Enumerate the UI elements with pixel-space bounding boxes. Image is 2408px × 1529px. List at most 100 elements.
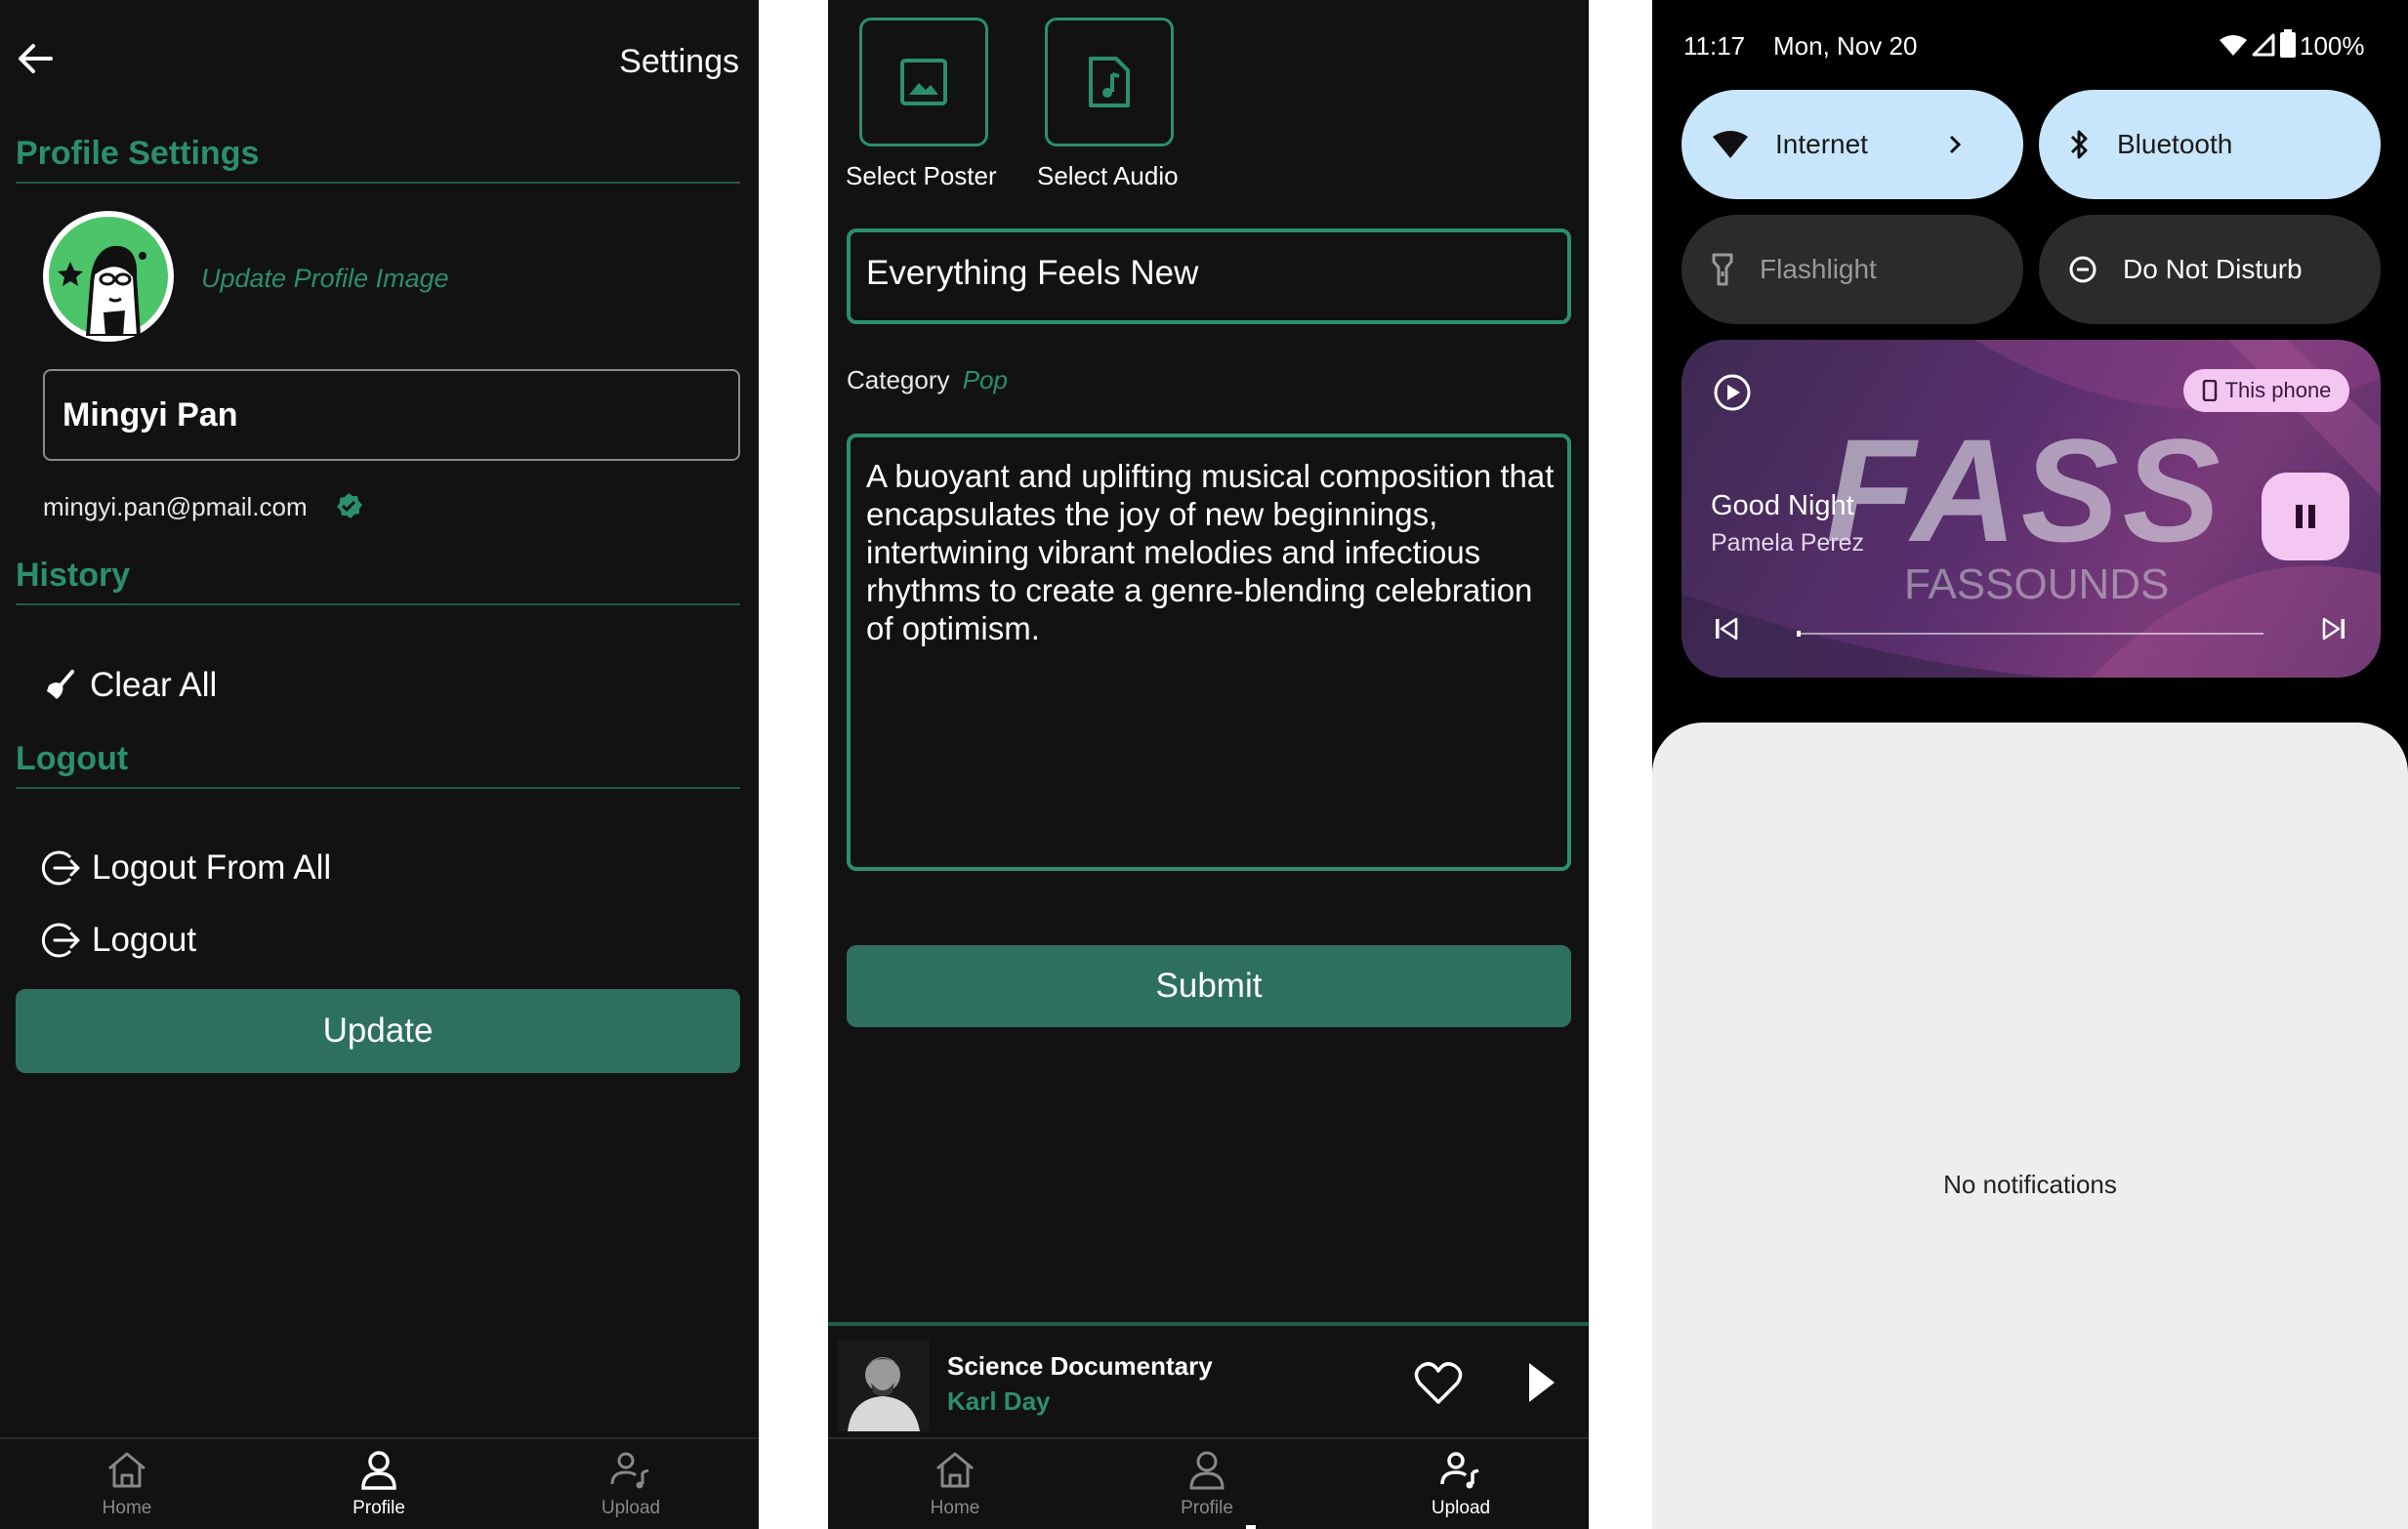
home-icon xyxy=(936,1452,974,1488)
media-title: Good Night xyxy=(1711,490,1854,521)
flashlight-tile[interactable]: Flashlight xyxy=(1681,215,2023,324)
flashlight-icon xyxy=(1712,253,1733,286)
home-icon xyxy=(108,1452,145,1488)
nav-upload-label: Upload xyxy=(601,1498,661,1518)
battery-icon xyxy=(2280,29,2296,58)
logout-icon xyxy=(41,850,80,886)
mini-player-title: Science Documentary xyxy=(947,1351,1213,1381)
category-row[interactable]: Category Pop xyxy=(847,365,1008,395)
person-icon xyxy=(1189,1451,1225,1490)
person-icon xyxy=(361,1451,396,1490)
divider xyxy=(16,182,740,184)
nav-home[interactable]: Home xyxy=(0,1439,254,1519)
pause-icon xyxy=(2296,505,2315,528)
logout-all-label: Logout From All xyxy=(92,848,332,887)
bluetooth-icon xyxy=(2070,130,2088,159)
seek-thumb[interactable] xyxy=(1797,631,1801,637)
nav-upload[interactable]: Upload xyxy=(1334,1439,1588,1519)
person-music-icon xyxy=(610,1452,649,1489)
mini-player-artwork xyxy=(838,1340,930,1431)
play-circle-icon xyxy=(1714,374,1751,411)
output-device-label: This phone xyxy=(2224,378,2332,402)
audio-file-icon xyxy=(1089,57,1130,107)
select-poster-label: Select Poster xyxy=(846,161,997,190)
flashlight-label: Flashlight xyxy=(1760,254,1877,284)
category-label: Category xyxy=(847,365,950,394)
bluetooth-label: Bluetooth xyxy=(2117,129,2233,159)
verified-icon xyxy=(337,493,362,518)
logout-all-button[interactable]: Logout From All xyxy=(41,846,331,890)
nav-upload-label: Upload xyxy=(1431,1498,1491,1518)
no-notifications-text: No notifications xyxy=(1943,1170,2117,1199)
wifi-status-icon xyxy=(2220,35,2247,56)
logout-button[interactable]: Logout xyxy=(41,918,196,963)
internet-tile[interactable]: Internet xyxy=(1681,90,2023,199)
battery-percent: 100% xyxy=(2300,31,2365,61)
broom-icon xyxy=(47,670,74,699)
page-title: Settings xyxy=(619,43,739,80)
title-input[interactable]: Everything Feels New xyxy=(847,228,1571,324)
internet-label: Internet xyxy=(1775,129,1868,159)
skip-previous-icon[interactable] xyxy=(1713,615,1740,642)
status-time: 11:17 xyxy=(1683,31,1746,61)
do-not-disturb-icon xyxy=(2069,256,2097,283)
select-poster-button[interactable] xyxy=(859,18,988,146)
avatar-illustration-icon xyxy=(49,217,168,338)
seek-bar[interactable] xyxy=(1799,633,2263,635)
quick-settings-screen: 11:17 Mon, Nov 20 100% Internet Bluetoot… xyxy=(1652,0,2408,1529)
nav-upload[interactable]: Upload xyxy=(504,1439,758,1519)
dnd-tile[interactable]: Do Not Disturb xyxy=(2039,215,2381,324)
phone-icon xyxy=(2202,380,2217,401)
update-button[interactable]: Update xyxy=(16,989,740,1073)
name-input-value: Mingyi Pan xyxy=(62,396,238,434)
media-artist: Pamela Perez xyxy=(1711,529,1865,557)
nav-home[interactable]: Home xyxy=(828,1439,1082,1519)
image-icon xyxy=(900,59,947,105)
history-heading: History xyxy=(16,557,131,594)
wifi-icon xyxy=(1713,131,1748,158)
output-device-chip[interactable]: This phone xyxy=(2183,369,2349,412)
logout-label: Logout xyxy=(92,921,197,959)
media-player-card[interactable]: FASS FASSOUNDS This phone Good Night Pam… xyxy=(1681,340,2381,678)
settings-screen: Settings Profile Settings Update Profile… xyxy=(0,0,759,1529)
arrow-left-icon xyxy=(19,44,53,73)
notification-shade: No notifications xyxy=(1652,723,2408,1529)
title-input-value: Everything Feels New xyxy=(866,254,1199,292)
play-icon[interactable] xyxy=(1525,1361,1557,1404)
nav-home-label: Home xyxy=(930,1498,980,1518)
album-art-subtext: FASSOUNDS xyxy=(1904,560,2170,608)
select-audio-button[interactable] xyxy=(1045,18,1174,146)
name-input[interactable]: Mingyi Pan xyxy=(43,369,740,461)
category-value: Pop xyxy=(962,365,1008,394)
bottom-nav: Home Profile Upload xyxy=(0,1437,759,1529)
artist-portrait-icon xyxy=(838,1340,930,1431)
nav-profile-label: Profile xyxy=(353,1498,405,1518)
select-audio-label: Select Audio xyxy=(1037,161,1179,190)
nav-home-label: Home xyxy=(102,1498,152,1518)
clear-all-button[interactable]: Clear All xyxy=(43,664,217,707)
avatar[interactable] xyxy=(43,211,174,342)
mini-player[interactable]: Science Documentary Karl Day xyxy=(828,1322,1589,1437)
divider xyxy=(16,603,740,605)
mini-player-artist: Karl Day xyxy=(947,1386,1051,1416)
upload-screen: Select Poster Select Audio Everything Fe… xyxy=(828,0,1589,1529)
cursor-marker xyxy=(1246,1525,1256,1529)
logout-heading: Logout xyxy=(16,740,129,777)
person-music-icon xyxy=(1440,1452,1479,1489)
description-value: A buoyant and uplifting musical composit… xyxy=(866,458,1555,646)
nav-profile[interactable]: Profile xyxy=(252,1439,506,1519)
bottom-nav: Home Profile Upload xyxy=(828,1437,1589,1529)
dnd-label: Do Not Disturb xyxy=(2123,254,2303,284)
signal-icon xyxy=(2252,33,2275,57)
update-profile-image-link[interactable]: Update Profile Image xyxy=(201,264,449,294)
back-button[interactable] xyxy=(14,37,57,80)
logout-icon xyxy=(41,923,80,958)
pause-button[interactable] xyxy=(2262,473,2349,560)
skip-next-icon[interactable] xyxy=(2320,615,2347,642)
nav-profile[interactable]: Profile xyxy=(1080,1439,1334,1519)
status-date: Mon, Nov 20 xyxy=(1773,31,1918,61)
description-textarea[interactable]: A buoyant and uplifting musical composit… xyxy=(847,434,1571,871)
heart-icon[interactable] xyxy=(1414,1361,1463,1406)
submit-button[interactable]: Submit xyxy=(847,945,1571,1027)
bluetooth-tile[interactable]: Bluetooth xyxy=(2039,90,2381,199)
